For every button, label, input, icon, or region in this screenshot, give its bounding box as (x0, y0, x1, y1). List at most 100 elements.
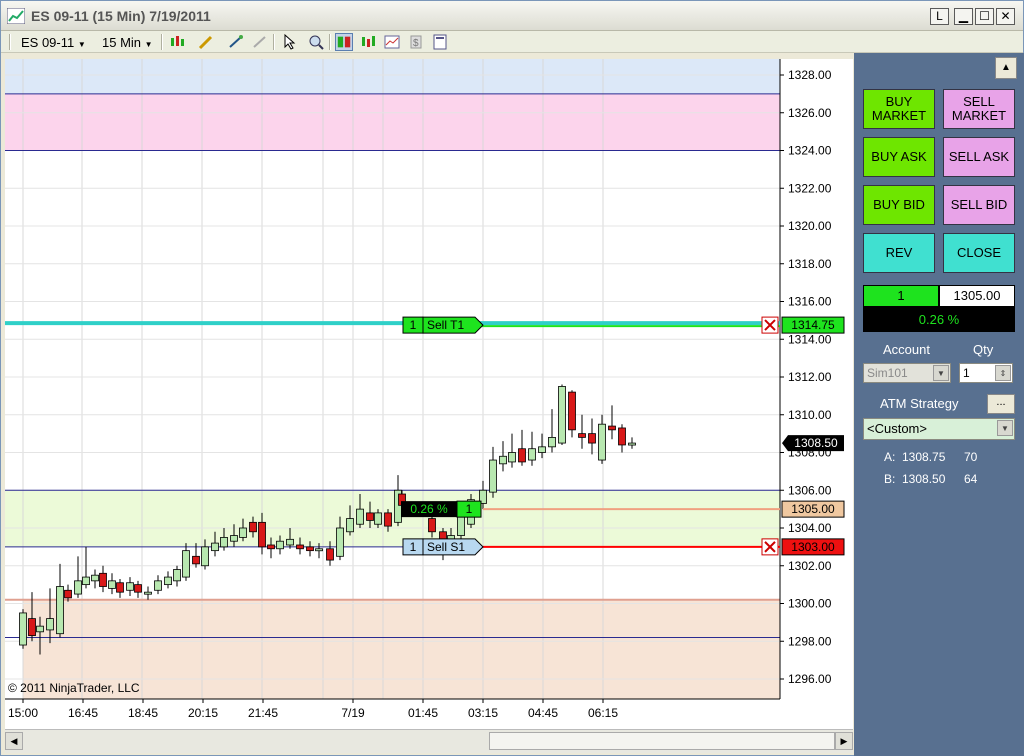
drawing-tool-icon[interactable] (197, 33, 215, 51)
position-qty: 1 (863, 285, 939, 307)
interval-selector[interactable]: 15 Min ▼ (102, 35, 153, 50)
price-tick-label: 1296.00 (788, 672, 832, 686)
quantity-stepper[interactable]: 1 ⇕ (959, 363, 1013, 383)
scroll-thumb[interactable] (489, 732, 835, 750)
time-tick-label: 15:00 (8, 706, 38, 720)
candle-up (356, 508, 364, 525)
svg-text:$: $ (413, 38, 419, 49)
instrument-selector[interactable]: ES 09-11 ▼ (21, 35, 86, 50)
time-tick-label: 06:15 (588, 706, 618, 720)
crosshair-icon[interactable] (227, 33, 245, 51)
stop-order-qty: 1 (410, 540, 417, 554)
buy-market-button[interactable]: BUY MARKET (863, 89, 935, 129)
candle-down (116, 582, 124, 593)
price-tick-label: 1328.00 (788, 68, 832, 82)
target-order-label: Sell T1 (427, 318, 464, 332)
stop-order-label: Sell S1 (427, 540, 465, 554)
candle-up (46, 618, 54, 631)
price-tick-label: 1322.00 (788, 181, 832, 195)
candle-down (28, 618, 36, 636)
ask-label: A: (884, 450, 896, 464)
candle-up (91, 574, 99, 582)
candle-up (182, 550, 190, 578)
candle-up (82, 576, 90, 586)
copyright-text: © 2011 NinjaTrader, LLC (8, 681, 140, 695)
window-title: ES 09-11 (15 Min) 7/19/2011 (31, 8, 211, 24)
zone-green (5, 490, 780, 547)
price-tick-label: 1302.00 (788, 559, 832, 573)
time-tick-label: 7/19 (341, 706, 365, 720)
scroll-left-button[interactable]: ◀ (5, 732, 23, 750)
bid-label: B: (884, 472, 896, 486)
candle-down (578, 433, 586, 438)
candle-down (608, 425, 616, 431)
sell-bid-button[interactable]: SELL BID (943, 185, 1015, 225)
chart-style-icon[interactable] (169, 33, 187, 51)
zoom-icon[interactable] (307, 33, 325, 51)
candle-up (173, 569, 181, 582)
time-tick-label: 21:45 (248, 706, 278, 720)
title-bar[interactable]: ES 09-11 (15 Min) 7/19/2011 L ▁ ☐ ✕ (1, 1, 1023, 31)
candle-down (384, 512, 392, 527)
bar-type-icon[interactable] (359, 33, 377, 51)
candle-down (588, 433, 596, 444)
candle-up (528, 448, 536, 461)
account-value: Sim101 (867, 366, 908, 380)
atm-options-button[interactable]: ... (987, 394, 1015, 414)
position-pnl: 0.26 % (863, 307, 1015, 332)
chart-window: ES 09-11 (15 Min) 7/19/2011 L ▁ ☐ ✕ ES 0… (0, 0, 1024, 756)
toolbar-separator (161, 34, 163, 50)
candle-down (64, 589, 72, 599)
candle-up (56, 586, 64, 635)
properties-icon[interactable] (431, 33, 449, 51)
link-button[interactable]: L (930, 8, 949, 25)
collapse-up-button[interactable]: ▲ (995, 57, 1017, 79)
price-tick-label: 1314.00 (788, 332, 832, 346)
candle-up (230, 535, 238, 542)
price-chart[interactable]: 1328.00 1326.00 1324.00 1322.00 1320.00 1318.… (5, 59, 853, 729)
indicator-icon[interactable] (251, 33, 269, 51)
chart-panel[interactable]: 1328.00 1326.00 1324.00 1322.00 1320.00 1318.… (5, 59, 853, 753)
chevron-down-icon: ▼ (933, 365, 949, 381)
candle-up (239, 527, 247, 538)
close-position-button[interactable]: CLOSE (943, 233, 1015, 273)
minimize-button[interactable]: ▁ (954, 8, 973, 25)
zone-pink (5, 93, 780, 151)
buy-ask-button[interactable]: BUY ASK (863, 137, 935, 177)
candle-up (201, 546, 209, 567)
atm-strategy-select[interactable]: <Custom> ▼ (863, 418, 1015, 440)
sell-market-button[interactable]: SELL MARKET (943, 89, 1015, 129)
account-select[interactable]: Sim101 ▼ (863, 363, 951, 383)
buy-bid-button[interactable]: BUY BID (863, 185, 935, 225)
atm-strategy-label: ATM Strategy (880, 396, 959, 411)
candle-down (428, 518, 436, 533)
candle-up (508, 452, 516, 463)
close-button[interactable]: ✕ (996, 8, 1015, 25)
reverse-button[interactable]: REV (863, 233, 935, 273)
candle-down (568, 391, 576, 431)
chevron-down-icon: ▼ (77, 40, 86, 49)
position-price: 1305.00 (939, 285, 1015, 307)
candle-up (154, 580, 162, 591)
price-marker-icon[interactable]: $ (407, 33, 425, 51)
time-tick-label: 20:15 (188, 706, 218, 720)
price-tick-label: 1320.00 (788, 219, 832, 233)
chart-trader-icon[interactable] (335, 33, 353, 51)
pointer-icon[interactable] (281, 33, 299, 51)
maximize-button[interactable]: ☐ (975, 8, 994, 25)
horizontal-scrollbar[interactable]: ◀ ▶ (5, 729, 853, 753)
candle-up (489, 459, 497, 493)
candle-up (499, 455, 507, 465)
scroll-right-button[interactable]: ▶ (835, 732, 853, 750)
candle-up (336, 527, 344, 557)
candle-up (628, 442, 636, 446)
candle-down (296, 544, 304, 550)
price-tick-label: 1312.00 (788, 370, 832, 384)
price-tick-label: 1318.00 (788, 257, 832, 271)
ask-size: 70 (964, 450, 978, 464)
candle-up (457, 516, 465, 536)
entry-price-label: 1305.00 (791, 502, 835, 516)
sell-ask-button[interactable]: SELL ASK (943, 137, 1015, 177)
data-box-icon[interactable] (383, 33, 401, 51)
last-price-label: 1308.50 (794, 436, 838, 450)
